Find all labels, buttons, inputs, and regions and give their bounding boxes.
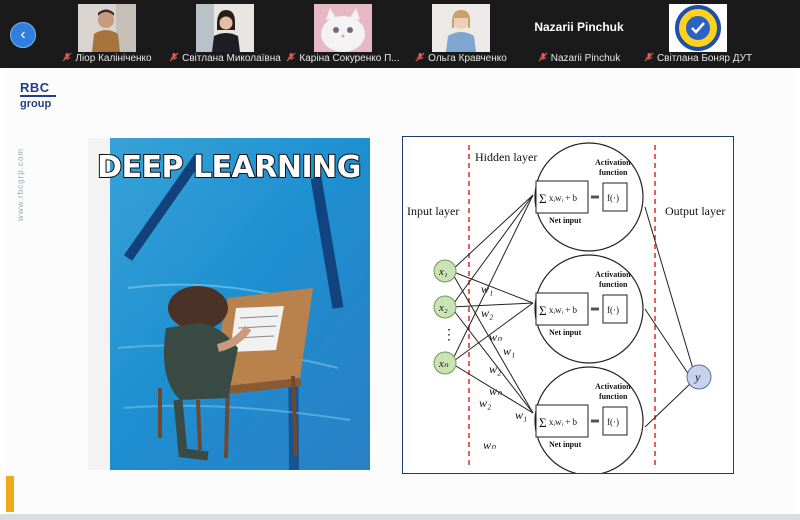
mic-muted-icon	[169, 52, 179, 62]
hidden-layer-label: Hidden layer	[475, 150, 537, 164]
input-layer-label: Input layer	[407, 204, 459, 218]
participant-tile[interactable]: Лiор Калiнiченко	[48, 0, 166, 68]
logo-text-bottom: group	[20, 98, 52, 110]
activation-label: function	[599, 168, 628, 177]
net-input-label: Net input	[549, 216, 582, 225]
participant-tile-label: Nazarii Pinchuk	[534, 20, 624, 34]
sum-formula: xᵢwᵢ + b	[549, 417, 578, 427]
participant-name: Nazarii Pinchuk	[520, 52, 638, 65]
weight-label: wₙ	[489, 330, 502, 344]
mic-muted-icon	[415, 52, 425, 62]
activation-label: Activation	[595, 270, 631, 279]
output-layer-label: Output layer	[665, 204, 725, 218]
weight-label: w₁	[503, 344, 515, 358]
activation-fn: f(·)	[607, 417, 619, 427]
activation-label: function	[599, 392, 628, 401]
taskbar-strip	[0, 514, 800, 520]
dots: ⋮	[442, 328, 456, 343]
activation-fn: f(·)	[607, 193, 619, 203]
back-button[interactable]: ‹	[10, 22, 36, 48]
participant-tile[interactable]: Карiна Сокуренко П...	[284, 0, 402, 68]
weight-label: wₙ	[483, 438, 496, 452]
meme-title: DEEP LEARNING	[96, 149, 362, 186]
input-node-label: x₁	[438, 266, 448, 278]
participant-tile[interactable]: Nazarii Pinchuk Nazarii Pinchuk	[520, 0, 638, 68]
activation-label: function	[599, 280, 628, 289]
weight-label: w₂	[489, 362, 501, 376]
input-node-label: xₙ	[438, 358, 449, 370]
mic-muted-icon	[286, 52, 296, 62]
participant-video	[432, 4, 490, 52]
participant-bar: ‹ Лiор Калiнiченко Свiтлана Миколаївна К…	[0, 0, 800, 68]
svg-text:Σ: Σ	[539, 303, 547, 318]
participant-video	[196, 4, 254, 52]
accent-bar	[6, 476, 14, 512]
neural-network-diagram: Hidden layer Input layer Output layer Ac…	[402, 136, 734, 476]
participant-name: Свiтлана Миколаївна	[166, 52, 284, 65]
participant-video	[669, 4, 727, 52]
activation-label: Activation	[595, 158, 631, 167]
side-url: www.rbcgrp.com	[16, 147, 26, 222]
weight-label: w₁	[481, 282, 493, 296]
participant-video	[314, 4, 372, 52]
svg-text:Σ: Σ	[539, 191, 547, 206]
shared-screen: RBC group www.rbcgrp.com DEEP LEARNING H…	[6, 70, 794, 514]
logo-text-top: RBC	[20, 80, 50, 95]
participant-tile[interactable]: Свiтлана Миколаївна	[166, 0, 284, 68]
weight-label: w₁	[515, 408, 527, 422]
weight-label: w₂	[479, 396, 491, 410]
activation-label: Activation	[595, 382, 631, 391]
net-input-label: Net input	[549, 440, 582, 449]
participant-name: Свiтлана Боняр ДУТ	[638, 52, 758, 65]
rbc-logo: RBC group	[20, 80, 56, 110]
chevron-left-icon: ‹	[20, 26, 26, 43]
participant-name: Ольга Кравченко	[402, 52, 520, 65]
sum-formula: xᵢwᵢ + b	[549, 305, 578, 315]
participant-tile[interactable]: Ольга Кравченко	[402, 0, 520, 68]
svg-text:Σ: Σ	[539, 415, 547, 430]
participant-video	[78, 4, 136, 52]
net-input-label: Net input	[549, 328, 582, 337]
sum-formula: xᵢwᵢ + b	[549, 193, 578, 203]
participant-name: Лiор Калiнiченко	[48, 52, 166, 65]
deep-learning-meme-image: DEEP LEARNING	[88, 138, 370, 470]
mic-muted-icon	[538, 52, 548, 62]
input-node-label: x₂	[438, 302, 448, 314]
participant-tile[interactable]: Свiтлана Боняр ДУТ	[638, 0, 758, 68]
weight-label: w₂	[481, 306, 493, 320]
mic-muted-icon	[62, 52, 72, 62]
participant-name: Карiна Сокуренко П...	[284, 52, 402, 65]
activation-fn: f(·)	[607, 305, 619, 315]
mic-muted-icon	[644, 52, 654, 62]
output-node-label: y	[694, 370, 701, 384]
